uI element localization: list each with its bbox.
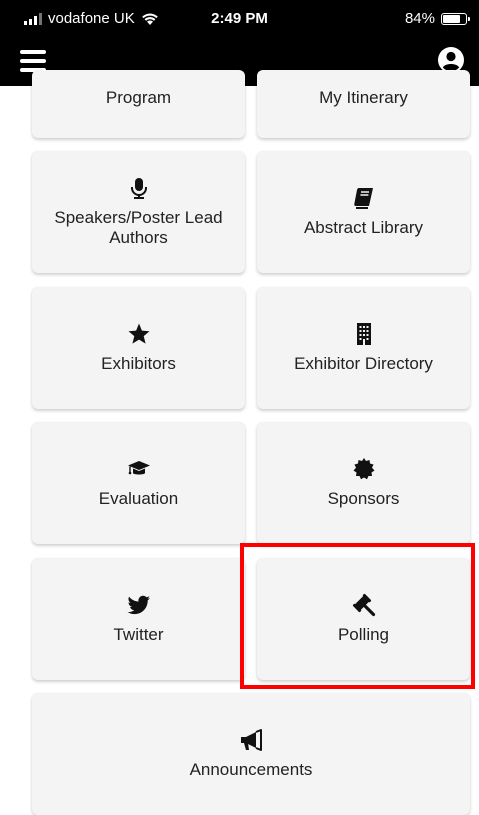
graduation-cap-icon [127, 461, 150, 475]
book-icon [353, 188, 373, 209]
hamburger-menu-icon[interactable] [20, 50, 46, 72]
tile-label: Abstract Library [303, 218, 424, 237]
tile-program[interactable]: Program [32, 70, 245, 138]
tile-sponsors[interactable]: Sponsors [257, 422, 470, 544]
battery-info: 84% [404, 10, 470, 27]
tile-exhibitors[interactable]: Exhibitors [32, 287, 245, 409]
tile-label: Sponsors [327, 489, 400, 508]
tile-label: Evaluation [98, 489, 179, 508]
tile-label: Announcements [189, 760, 313, 779]
tile-label: Twitter [113, 625, 164, 644]
tile-evaluation[interactable]: Evaluation [32, 422, 245, 544]
building-icon [356, 323, 371, 345]
microphone-icon [130, 178, 147, 199]
tile-twitter[interactable]: Twitter [32, 558, 245, 680]
tile-polling[interactable]: Polling [257, 558, 470, 680]
twitter-icon [127, 595, 150, 615]
tile-label: Exhibitor Directory [294, 354, 433, 373]
tile-abstract-library[interactable]: Abstract Library [257, 151, 470, 273]
tile-label: Polling [337, 625, 390, 644]
megaphone-icon [241, 729, 262, 751]
status-bar: vodafone UK 2:49 PM 84% [0, 0, 479, 40]
tile-speakers[interactable]: Speakers/Poster Lead Authors [32, 151, 245, 273]
tile-announcements[interactable]: Announcements [32, 693, 470, 815]
certificate-icon [353, 458, 374, 480]
tile-label: Exhibitors [101, 354, 176, 373]
battery-percent: 84% [404, 10, 435, 27]
tile-exhibitor-directory[interactable]: Exhibitor Directory [257, 287, 470, 409]
tile-label: Speakers/Poster Lead Authors [54, 208, 223, 247]
tile-label: My Itinerary [319, 88, 408, 107]
tile-my-itinerary[interactable]: My Itinerary [257, 70, 470, 138]
tile-label: Program [105, 88, 172, 107]
gavel-icon [352, 593, 375, 617]
star-icon [128, 323, 149, 344]
battery-icon [441, 12, 470, 25]
